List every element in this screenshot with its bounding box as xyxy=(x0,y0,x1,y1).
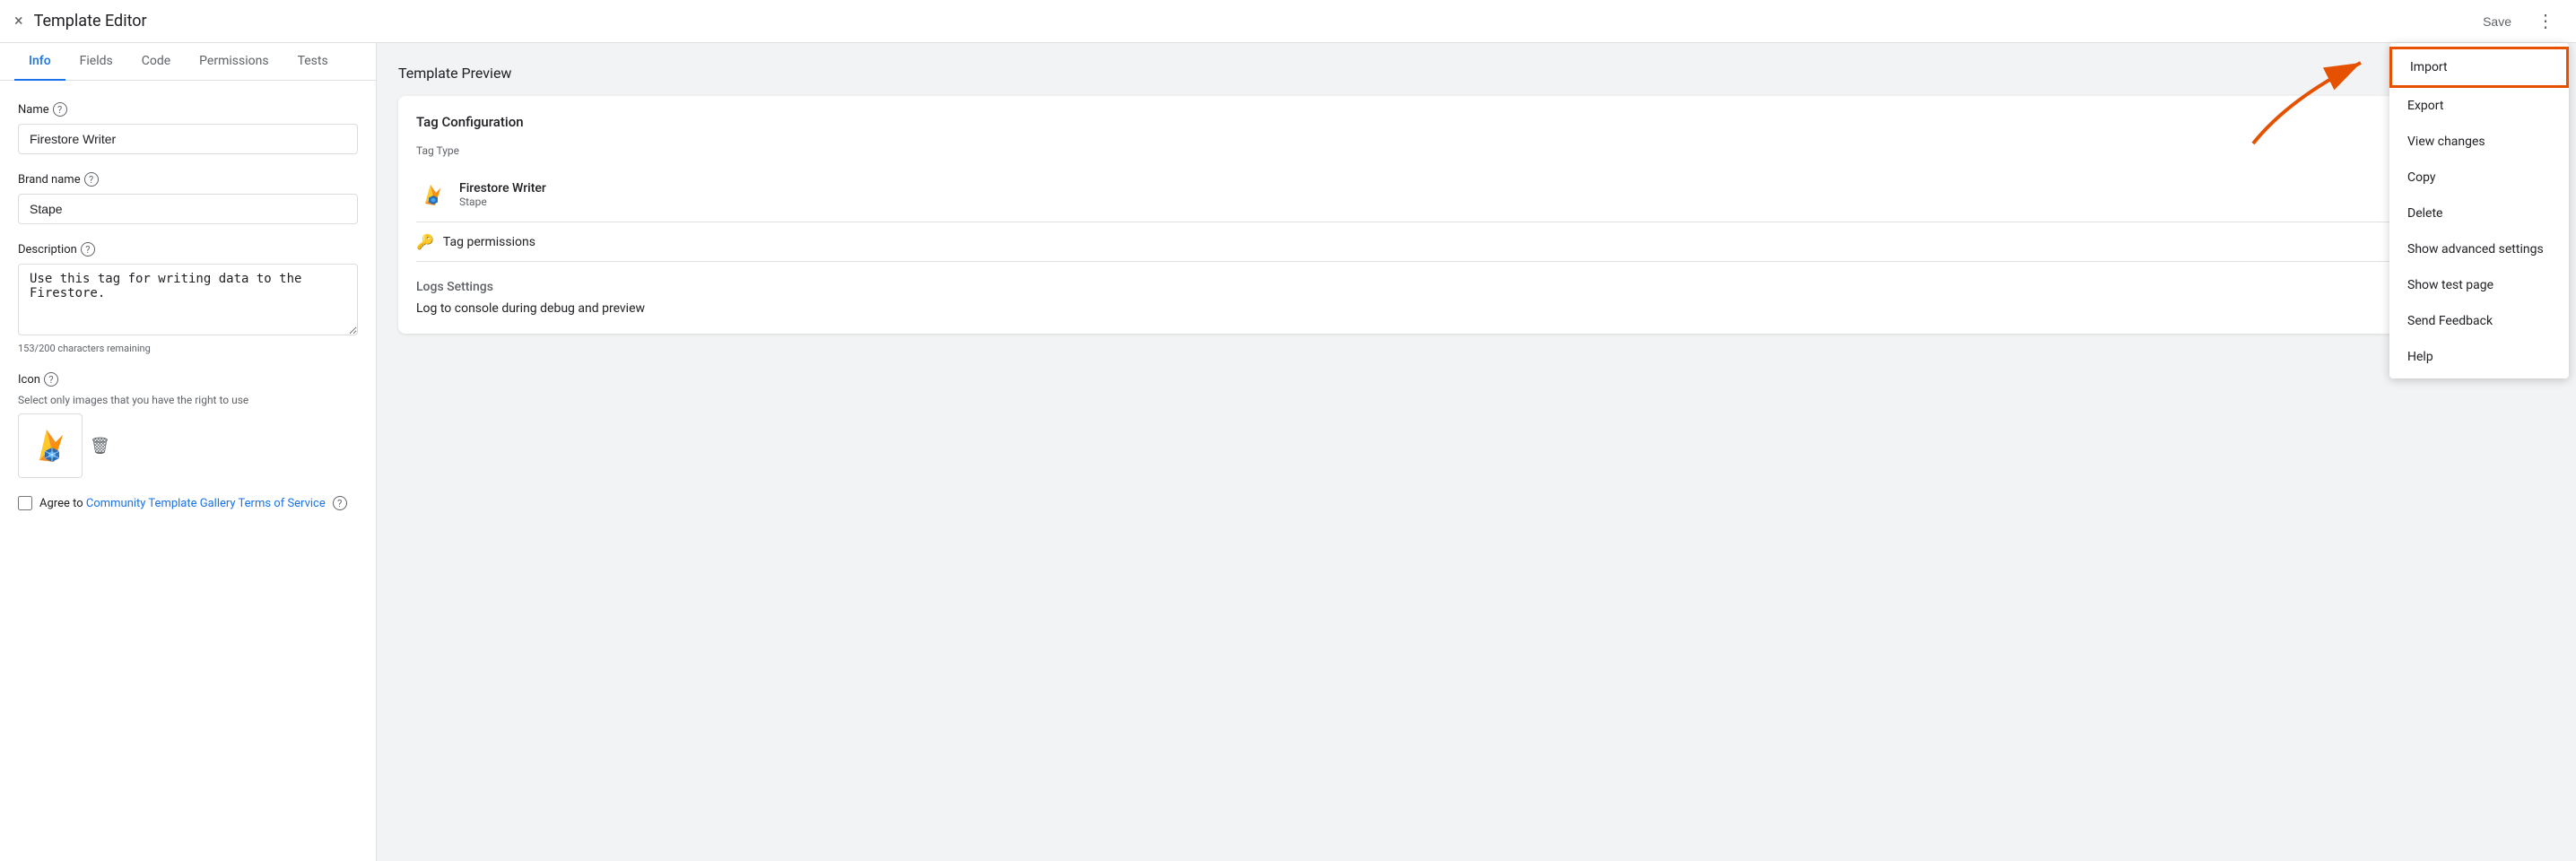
permissions-row: 🔑 Tag permissions xyxy=(416,222,2537,262)
char-count: 153/200 characters remaining xyxy=(18,343,358,354)
icon-box xyxy=(18,413,83,478)
preview-title: Template Preview xyxy=(398,65,2554,82)
description-group: Description ? Use this tag for writing d… xyxy=(18,242,358,354)
brand-name-help-icon[interactable]: ? xyxy=(84,172,99,187)
more-menu-button[interactable]: ⋮ xyxy=(2529,9,2562,34)
dropdown-item-export[interactable]: Export xyxy=(2389,88,2569,124)
tag-name: Firestore Writer xyxy=(459,181,546,196)
tab-tests[interactable]: Tests xyxy=(283,43,343,81)
key-icon: 🔑 xyxy=(416,233,434,250)
description-help-icon[interactable]: ? xyxy=(81,242,95,257)
firestore-icon xyxy=(27,422,74,469)
save-button[interactable]: Save xyxy=(2472,9,2522,34)
tab-fields[interactable]: Fields xyxy=(65,43,127,81)
icon-label: Icon ? xyxy=(18,372,358,387)
tag-icon-box xyxy=(416,178,448,211)
top-bar: × Template Editor Save ⋮ xyxy=(0,0,2576,43)
icon-group: Icon ? Select only images that you have … xyxy=(18,372,358,478)
logs-value: Log to console during debug and preview xyxy=(416,301,2537,316)
dropdown-item-view-changes[interactable]: View changes xyxy=(2389,124,2569,160)
terms-checkbox-row: Agree to Community Template Gallery Term… xyxy=(18,496,358,510)
tab-info[interactable]: Info xyxy=(14,43,65,81)
form-content: Name ? Brand name ? Description ? U xyxy=(0,81,376,861)
icon-delete-button[interactable]: 🗑 xyxy=(90,437,110,456)
name-input[interactable] xyxy=(18,124,358,154)
dropdown-item-help[interactable]: Help xyxy=(2389,339,2569,375)
tag-type-row: Firestore Writer Stape xyxy=(416,168,2537,222)
tab-code[interactable]: Code xyxy=(127,43,185,81)
dropdown-menu: Import Export View changes Copy Delete S… xyxy=(2389,43,2569,378)
brand-name-input[interactable] xyxy=(18,194,358,224)
icon-help-icon[interactable]: ? xyxy=(44,372,58,387)
terms-help-icon[interactable]: ? xyxy=(333,496,347,510)
description-textarea[interactable]: Use this tag for writing data to the Fir… xyxy=(18,264,358,335)
icon-sub-label: Select only images that you have the rig… xyxy=(18,394,358,406)
tab-permissions[interactable]: Permissions xyxy=(185,43,283,81)
tag-brand: Stape xyxy=(459,196,546,208)
preview-card: Tag Configuration Tag Type xyxy=(398,96,2554,334)
description-label: Description ? xyxy=(18,242,358,257)
name-help-icon[interactable]: ? xyxy=(53,102,67,117)
dropdown-item-copy[interactable]: Copy xyxy=(2389,160,2569,196)
close-button[interactable]: × xyxy=(14,12,23,30)
preview-section-title: Tag Configuration xyxy=(416,114,2537,130)
brand-name-group: Brand name ? xyxy=(18,172,358,224)
tag-type-label: Tag Type xyxy=(416,144,2537,157)
dropdown-item-feedback[interactable]: Send Feedback xyxy=(2389,303,2569,339)
dropdown-item-delete[interactable]: Delete xyxy=(2389,196,2569,231)
tabs: Info Fields Code Permissions Tests xyxy=(0,43,376,81)
dropdown-item-test-page[interactable]: Show test page xyxy=(2389,267,2569,303)
dropdown-item-advanced[interactable]: Show advanced settings xyxy=(2389,231,2569,267)
page-title: Template Editor xyxy=(34,12,2472,30)
icon-container: 🗑 xyxy=(18,413,358,478)
checkbox-label: Agree to Community Template Gallery Term… xyxy=(39,497,326,510)
permissions-label: Tag permissions xyxy=(443,235,535,249)
terms-checkbox[interactable] xyxy=(18,496,32,510)
dropdown-item-import[interactable]: Import xyxy=(2389,47,2569,88)
tag-firestore-icon xyxy=(418,180,447,209)
top-bar-actions: Save ⋮ xyxy=(2472,9,2562,34)
brand-name-label: Brand name ? xyxy=(18,172,358,187)
logs-section-title: Logs Settings xyxy=(416,280,2537,294)
right-panel: Template Preview Tag Configuration Tag T… xyxy=(377,43,2576,861)
tag-info: Firestore Writer Stape xyxy=(459,181,546,208)
name-group: Name ? xyxy=(18,102,358,154)
main-layout: Info Fields Code Permissions Tests Name … xyxy=(0,43,2576,861)
logs-section: Logs Settings Log to console during debu… xyxy=(416,280,2537,316)
left-panel: Info Fields Code Permissions Tests Name … xyxy=(0,43,377,861)
name-label: Name ? xyxy=(18,102,358,117)
terms-link[interactable]: Community Template Gallery Terms of Serv… xyxy=(86,497,326,510)
